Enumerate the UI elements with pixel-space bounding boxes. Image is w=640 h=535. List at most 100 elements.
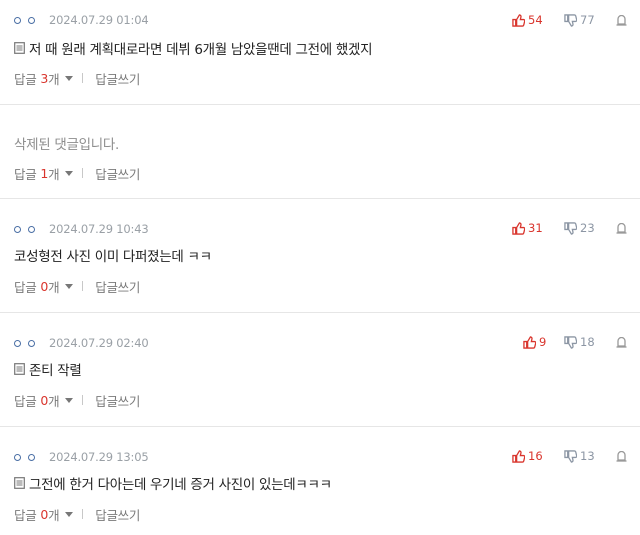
- thumbs-up-icon: [523, 335, 536, 349]
- downvote-count: 18: [580, 335, 595, 349]
- upvote-count: 31: [528, 221, 543, 235]
- vote-group: 16 13: [512, 447, 628, 465]
- comment-item: 2024.07.29 10:43 31 23 코성형전 사진 이미 다퍼졌는데 …: [0, 199, 640, 313]
- comment-text: 그전에 한거 다아는데 우기네 증거 사진이 있는데ㅋㅋㅋ: [14, 473, 332, 493]
- reply-label: 답글: [14, 71, 37, 87]
- write-reply-link[interactable]: 답글쓰기: [95, 391, 140, 410]
- divider: [82, 509, 84, 519]
- image-icon: [14, 477, 25, 489]
- comment-meta: 2024.07.29 02:40: [14, 335, 149, 351]
- comment-content: 존티 작렬: [29, 363, 82, 379]
- reply-toggle[interactable]: 답글 0개: [14, 391, 74, 410]
- caret-down-icon: [65, 511, 74, 517]
- comment-date: 2024.07.29 02:40: [49, 336, 149, 350]
- nickname-icon[interactable]: [14, 453, 35, 461]
- report-icon: [616, 336, 627, 348]
- thumbs-up-icon: [512, 13, 525, 27]
- comment-actions: 답글 0개 답글쓰기: [14, 277, 140, 296]
- thumbs-down-icon: [564, 335, 577, 349]
- upvote-count: 9: [539, 335, 547, 349]
- upvote-button[interactable]: 16: [512, 449, 560, 463]
- report-icon: [616, 450, 627, 462]
- downvote-button[interactable]: 18: [564, 335, 610, 349]
- downvote-count: 13: [580, 449, 595, 463]
- downvote-button[interactable]: 13: [564, 449, 610, 463]
- image-icon: [14, 42, 25, 54]
- comment-meta: 2024.07.29 01:04: [14, 12, 149, 28]
- caret-down-icon: [65, 397, 74, 403]
- reply-toggle[interactable]: 답글 1개: [14, 164, 74, 183]
- reply-count: 0: [40, 392, 49, 408]
- reply-label: 답글: [14, 393, 37, 409]
- thumbs-down-icon: [564, 13, 577, 27]
- report-icon: [616, 14, 627, 26]
- comment-actions: 답글 3개 답글쓰기: [14, 69, 140, 88]
- reply-label: 답글: [14, 279, 37, 295]
- write-reply-link[interactable]: 답글쓰기: [95, 505, 140, 524]
- downvote-button[interactable]: 23: [564, 221, 610, 235]
- caret-down-icon: [65, 170, 74, 176]
- comment-item: 2024.07.29 13:05 16 13 그전에 한거 다아는데 우기네 증…: [0, 427, 640, 535]
- comment-text: 존티 작렬: [14, 359, 82, 379]
- upvote-button[interactable]: 54: [512, 13, 560, 27]
- deleted-comment-text: 삭제된 댓글입니다.: [14, 133, 119, 153]
- reply-label: 답글: [14, 166, 37, 182]
- nickname-icon[interactable]: [14, 16, 35, 24]
- vote-group: 54 77: [512, 11, 628, 29]
- report-icon: [616, 222, 627, 234]
- comment-date: 2024.07.29 10:43: [49, 222, 149, 236]
- comment-item: 2024.07.29 01:04 54 77 저 때 원래 계획대로라면 데뷔 …: [0, 0, 640, 105]
- reply-count: 0: [40, 278, 49, 294]
- divider: [82, 168, 84, 178]
- upvote-count: 54: [528, 13, 543, 27]
- write-reply-link[interactable]: 답글쓰기: [95, 164, 140, 183]
- comment-date: 2024.07.29 13:05: [49, 450, 149, 464]
- caret-down-icon: [65, 283, 74, 289]
- nickname-icon[interactable]: [14, 225, 35, 233]
- upvote-button[interactable]: 31: [512, 221, 560, 235]
- comment-meta: 2024.07.29 13:05: [14, 449, 149, 465]
- thumbs-down-icon: [564, 221, 577, 235]
- comment-text: 저 때 원래 계획대로라면 데뷔 6개월 남았을땐데 그전에 했겠지: [14, 38, 373, 58]
- report-button[interactable]: [616, 222, 628, 234]
- report-button[interactable]: [616, 450, 628, 462]
- thumbs-up-icon: [512, 449, 525, 463]
- reply-count-suffix: 개: [48, 393, 60, 409]
- comment-content: 코성형전 사진 이미 다퍼졌는데 ㅋㅋ: [14, 249, 212, 265]
- report-button[interactable]: [616, 14, 628, 26]
- thumbs-up-icon: [512, 221, 525, 235]
- reply-count: 1: [40, 165, 49, 181]
- reply-count: 0: [40, 506, 49, 522]
- comment-date: 2024.07.29 01:04: [49, 13, 149, 27]
- divider: [82, 73, 84, 83]
- deleted-content: 삭제된 댓글입니다.: [14, 137, 119, 153]
- reply-count: 3: [40, 70, 49, 86]
- comment-content: 그전에 한거 다아는데 우기네 증거 사진이 있는데ㅋㅋㅋ: [29, 477, 332, 493]
- downvote-count: 23: [580, 221, 595, 235]
- reply-count-suffix: 개: [48, 279, 60, 295]
- comment-actions: 답글 1개 답글쓰기: [14, 164, 140, 183]
- comment-actions: 답글 0개 답글쓰기: [14, 505, 140, 524]
- reply-toggle[interactable]: 답글 3개: [14, 69, 74, 88]
- downvote-count: 77: [580, 13, 595, 27]
- vote-group: 9 18: [512, 333, 628, 351]
- divider: [82, 281, 84, 291]
- vote-group: 31 23: [512, 219, 628, 237]
- reply-toggle[interactable]: 답글 0개: [14, 277, 74, 296]
- comment-content: 저 때 원래 계획대로라면 데뷔 6개월 남았을땐데 그전에 했겠지: [29, 42, 373, 58]
- divider: [82, 395, 84, 405]
- comment-item: 2024.07.29 02:40 9 18 존티 작렬 답글 0개 답글쓰기: [0, 313, 640, 427]
- downvote-button[interactable]: 77: [564, 13, 610, 27]
- nickname-icon[interactable]: [14, 339, 35, 347]
- thumbs-down-icon: [564, 449, 577, 463]
- reply-count-suffix: 개: [48, 71, 60, 87]
- reply-label: 답글: [14, 507, 37, 523]
- reply-toggle[interactable]: 답글 0개: [14, 505, 74, 524]
- image-icon: [14, 363, 25, 375]
- report-button[interactable]: [616, 336, 628, 348]
- upvote-button[interactable]: 9: [512, 335, 560, 349]
- write-reply-link[interactable]: 답글쓰기: [95, 69, 140, 88]
- write-reply-link[interactable]: 답글쓰기: [95, 277, 140, 296]
- comment-item-deleted: 삭제된 댓글입니다. 답글 1개 답글쓰기: [0, 105, 640, 199]
- comment-meta: 2024.07.29 10:43: [14, 221, 149, 237]
